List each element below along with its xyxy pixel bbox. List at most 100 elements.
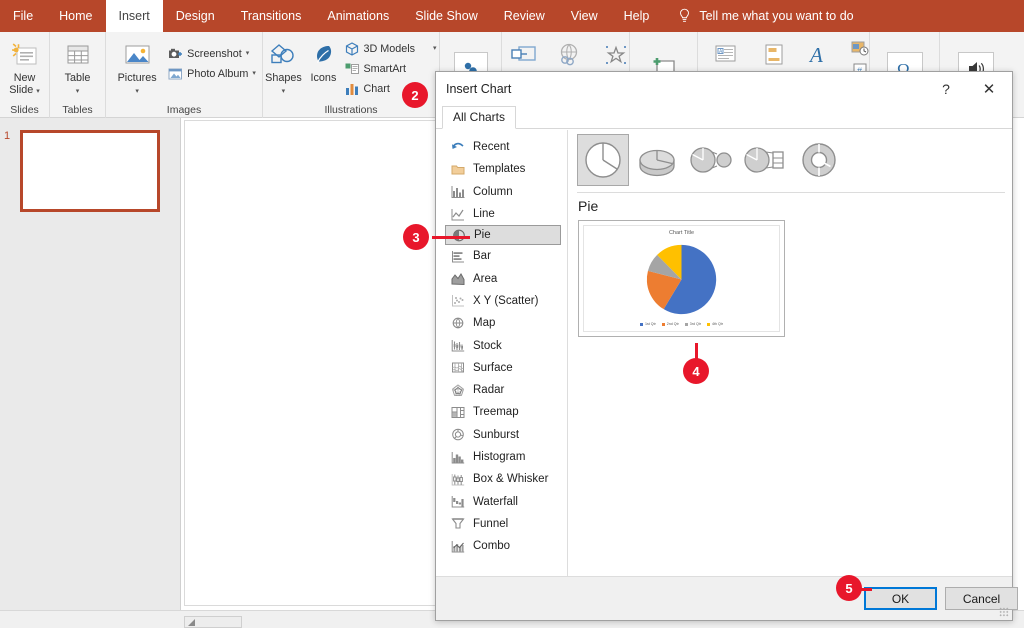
tab-home[interactable]: Home (46, 0, 105, 32)
pie-preview[interactable]: Chart Title (578, 220, 785, 337)
scroll-grip-icon (188, 619, 195, 626)
chevron-down-icon[interactable]: ▾ (282, 88, 286, 95)
chevron-down-icon[interactable]: ▾ (433, 46, 437, 52)
chart-type-treemap[interactable]: Treemap (436, 401, 567, 423)
shapes-button[interactable]: Shapes ▾ (262, 36, 304, 96)
screenshot-icon (168, 47, 183, 61)
chevron-down-icon[interactable]: ▾ (246, 51, 250, 57)
3d-models-label: 3D Models (363, 43, 415, 55)
scatter-chart-icon (450, 293, 465, 308)
radar-chart-icon (450, 383, 465, 398)
chart-type-radar[interactable]: Radar (436, 379, 567, 401)
zoom-icon (510, 44, 538, 66)
pie-of-pie-thumbnail[interactable] (685, 134, 737, 186)
zoom-button[interactable] (504, 36, 544, 74)
tab-design[interactable]: Design (163, 0, 228, 32)
shapes-label: Shapes (265, 72, 302, 84)
3d-models-button[interactable]: 3D Models ▾ (342, 39, 439, 59)
tell-me-box[interactable]: Tell me what you want to do (662, 0, 863, 32)
chart-type-histogram[interactable]: Histogram (436, 446, 567, 468)
text-box-icon: A (711, 43, 739, 67)
tab-label: Slide Show (415, 9, 478, 23)
box-whisker-chart-icon (450, 472, 465, 487)
chart-type-line[interactable]: Line (436, 203, 567, 225)
chevron-down-icon[interactable]: ▾ (36, 88, 40, 95)
header-footer-button[interactable] (753, 36, 793, 74)
chart-type-combo[interactable]: Combo (436, 535, 567, 557)
pie-3d-thumbnail[interactable] (631, 134, 683, 186)
chart-type-list[interactable]: Recent Templates Column Line Pie (436, 130, 568, 592)
pie-subtype-gallery[interactable] (577, 134, 845, 186)
chart-type-map[interactable]: Map (436, 312, 567, 334)
icons-button[interactable]: Icons (304, 36, 342, 85)
tab-insert[interactable]: Insert (106, 0, 163, 32)
bar-of-pie-thumbnail[interactable] (739, 134, 791, 186)
chevron-down-icon[interactable]: ▾ (76, 88, 80, 95)
tab-label: Home (59, 9, 92, 23)
group-label-illustrations: Illustrations (324, 102, 377, 118)
group-label-images: Images (167, 102, 201, 118)
close-icon[interactable]: ✕ (966, 73, 1012, 104)
dialog-footer: OK Cancel (436, 576, 1012, 620)
map-chart-icon (450, 316, 465, 331)
smartart-label: SmartArt (363, 63, 406, 75)
chart-type-label: Area (473, 273, 497, 285)
chart-type-sunburst[interactable]: Sunburst (436, 424, 567, 446)
callout-number: 3 (412, 230, 419, 245)
star-action-icon (602, 43, 630, 67)
tab-label: View (571, 9, 598, 23)
chevron-down-icon[interactable]: ▾ (135, 88, 139, 95)
smartart-button[interactable]: SmartArt (342, 59, 439, 79)
ok-button[interactable]: OK (864, 587, 937, 610)
tab-view[interactable]: View (558, 0, 611, 32)
table-button[interactable]: Table▾ (51, 36, 105, 96)
chart-type-bar[interactable]: Bar (436, 245, 567, 267)
chevron-down-icon[interactable]: ▾ (252, 71, 256, 77)
date-time-button[interactable] (847, 38, 873, 58)
chart-type-stock[interactable]: Stock (436, 334, 567, 356)
tab-slide-show[interactable]: Slide Show (402, 0, 491, 32)
slide-thumbnail-pane[interactable]: 1 (0, 118, 181, 610)
bar-chart-icon (450, 249, 465, 264)
table-icon (64, 39, 92, 73)
chart-type-label: Histogram (473, 451, 525, 463)
photo-album-button[interactable]: Photo Album ▾ (165, 64, 259, 84)
ribbon-group-slides: NewSlide ▾ Slides (0, 32, 50, 118)
chart-type-funnel[interactable]: Funnel (436, 513, 567, 535)
pie-2d-thumbnail[interactable] (577, 134, 629, 186)
horizontal-scrollbar[interactable] (184, 616, 242, 628)
powerpoint-window: File Home Insert Design Transitions Anim… (0, 0, 1024, 628)
tab-transitions[interactable]: Transitions (228, 0, 315, 32)
chart-type-scatter[interactable]: X Y (Scatter) (436, 290, 567, 312)
pictures-button[interactable]: Pictures▾ (109, 36, 165, 96)
tab-review[interactable]: Review (491, 0, 558, 32)
callout-3-pie-type: 3 (403, 224, 429, 250)
tab-help[interactable]: Help (611, 0, 663, 32)
text-box-button[interactable]: A (705, 36, 745, 74)
chart-type-templates[interactable]: Templates (436, 158, 567, 180)
new-slide-button[interactable]: NewSlide ▾ (0, 36, 52, 96)
chart-type-box-whisker[interactable]: Box & Whisker (436, 468, 567, 490)
slide-thumbnail-1[interactable] (20, 130, 160, 212)
callout-4-pie-preview: 4 (683, 358, 709, 384)
chart-type-area[interactable]: Area (436, 267, 567, 289)
screenshot-button[interactable]: Screenshot ▾ (165, 44, 259, 64)
chart-type-recent[interactable]: Recent (436, 136, 567, 158)
wordart-button[interactable]: A (801, 36, 839, 74)
link-button[interactable] (550, 36, 590, 74)
help-button[interactable]: ? (926, 73, 966, 104)
resize-grip-icon[interactable] (999, 607, 1009, 617)
group-label-tables: Tables (62, 102, 92, 118)
tab-file[interactable]: File (0, 0, 46, 32)
tab-all-charts[interactable]: All Charts (442, 106, 516, 129)
chart-type-column[interactable]: Column (436, 181, 567, 203)
chart-type-surface[interactable]: Surface (436, 357, 567, 379)
chart-type-waterfall[interactable]: Waterfall (436, 490, 567, 512)
tab-animations[interactable]: Animations (314, 0, 402, 32)
legend-swatch (640, 323, 643, 326)
ribbon-group-images: Pictures▾ Screenshot ▾ (106, 32, 263, 118)
chart-type-label: Treemap (473, 406, 519, 418)
doughnut-thumbnail[interactable] (793, 134, 845, 186)
lightbulb-icon (678, 8, 691, 24)
dialog-body: Recent Templates Column Line Pie (436, 130, 1012, 592)
